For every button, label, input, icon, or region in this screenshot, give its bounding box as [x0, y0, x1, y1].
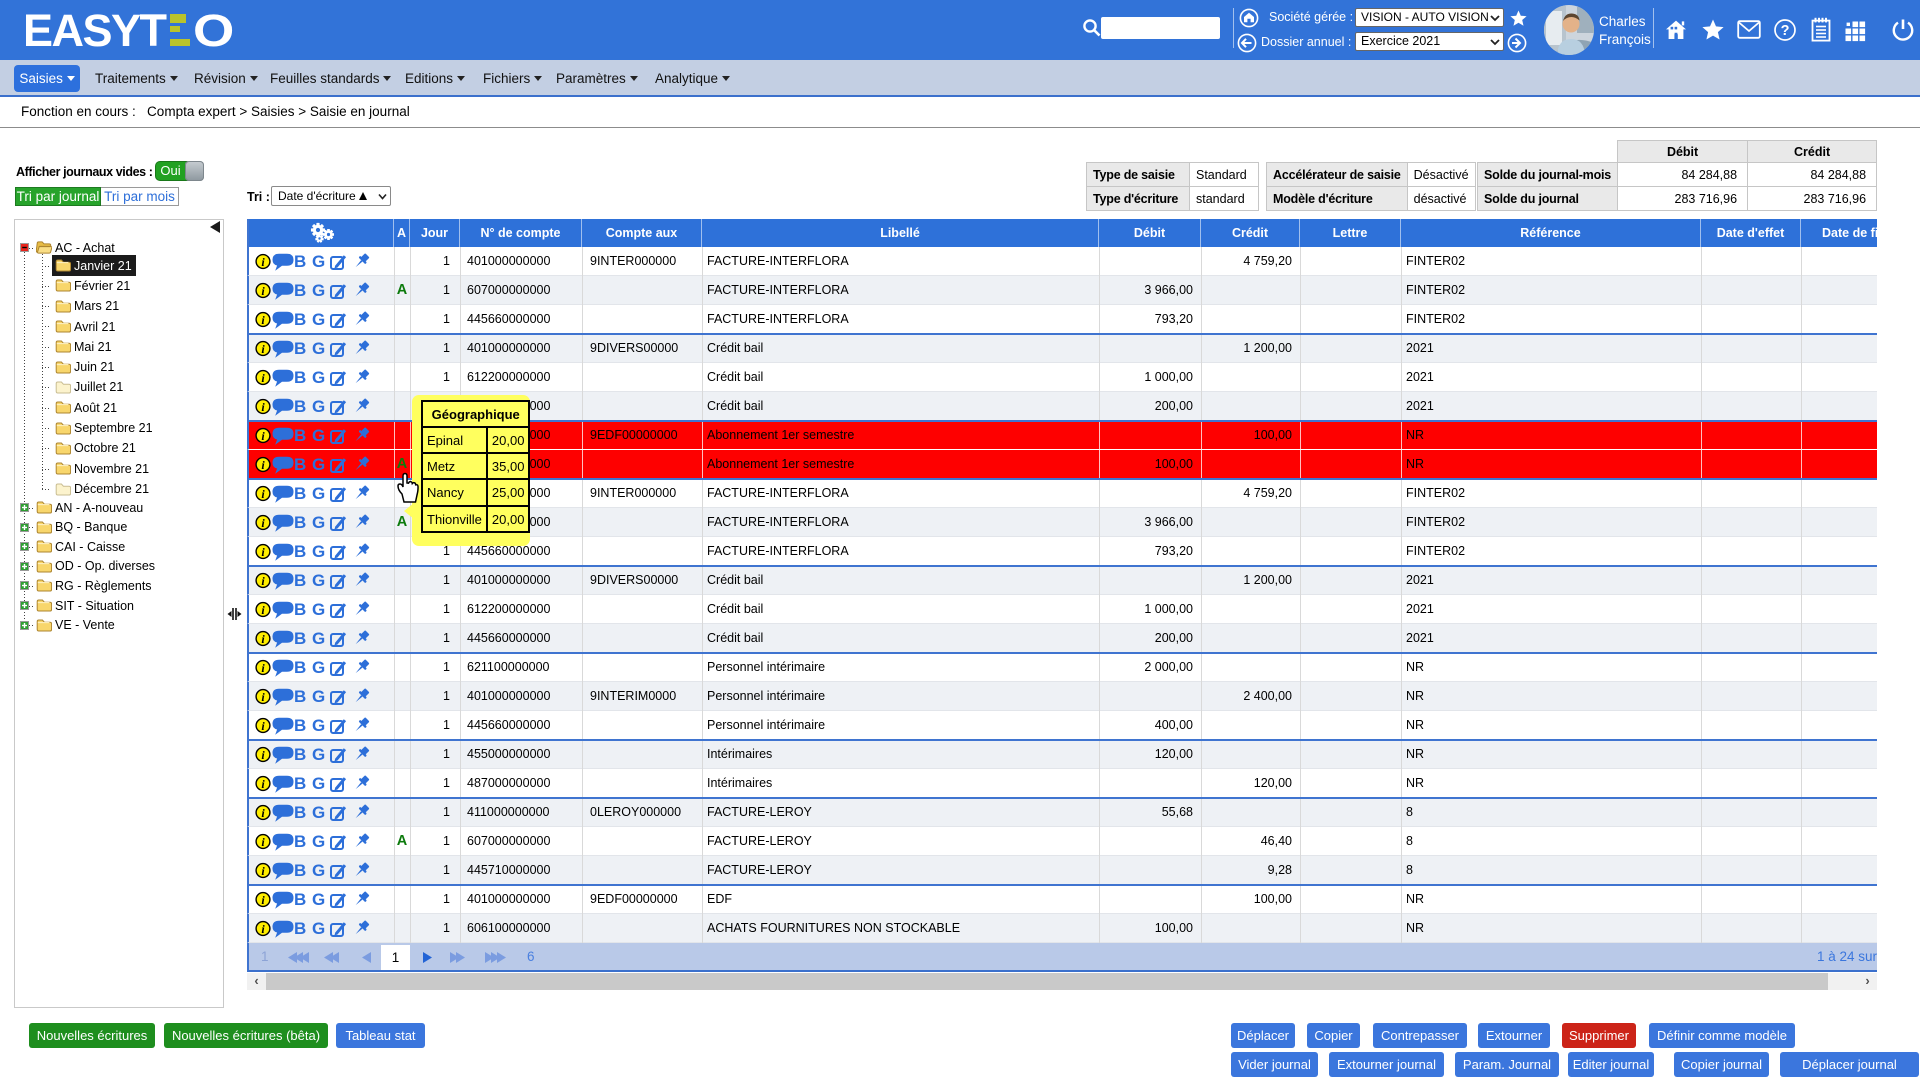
svg-text:?: ? [1781, 23, 1790, 39]
